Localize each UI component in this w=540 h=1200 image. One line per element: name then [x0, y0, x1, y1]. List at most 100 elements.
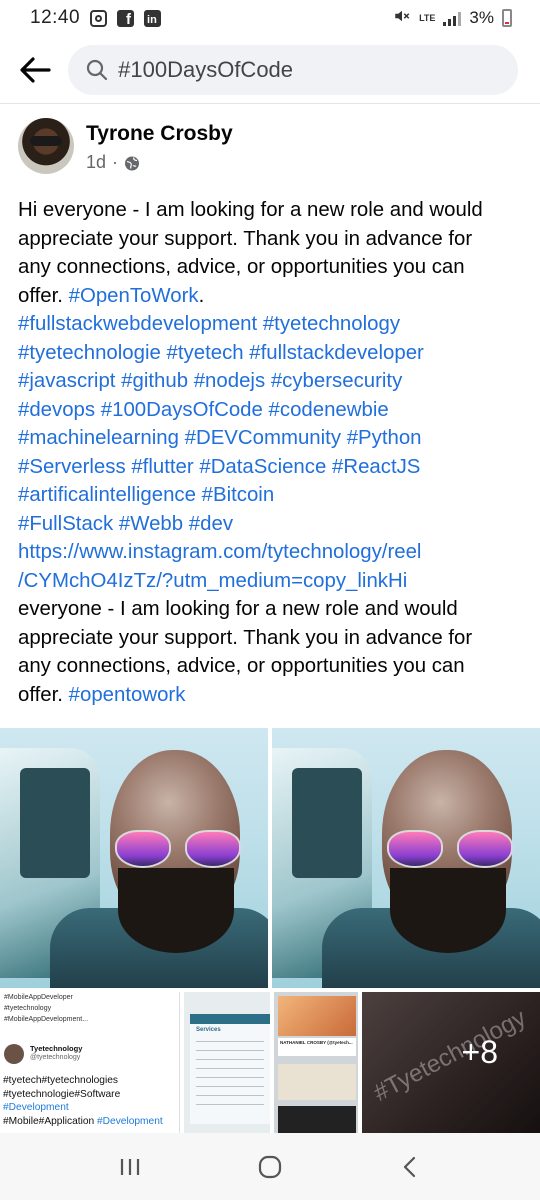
tweet-body-line: #tyetech#tyetechnologies [3, 1074, 175, 1088]
post-meta: 1d · [86, 152, 233, 173]
hashtag-link[interactable]: #dev [189, 513, 233, 535]
post-text-segment: Hi everyone - I am looking for a new rol… [18, 199, 483, 221]
tweet-line: #MobileAppDevelopment... [4, 1016, 89, 1023]
hashtag-link[interactable]: #fullstackwebdevelopment [18, 313, 257, 335]
photo-grid: #MobileAppDeveloper #tyetechnology #Mobi… [0, 728, 540, 1133]
hashtag-link[interactable]: #tyetech [167, 342, 244, 364]
tweet-body-line: #tyetechnologie#Software [3, 1088, 175, 1102]
post-text-line: Hi everyone - I am looking for a new rol… [18, 196, 528, 225]
hashtag-link[interactable]: #Webb [119, 513, 183, 535]
post-text-line: https://www.instagram.com/tytechnology/r… [18, 538, 528, 567]
photo-2[interactable] [272, 728, 540, 988]
system-nav-bar [0, 1133, 540, 1200]
hashtag-link[interactable]: #tyetechnology [263, 313, 400, 335]
recents-icon [120, 1158, 140, 1175]
post-text-line: #devops #100DaysOfCode #codenewbie [18, 396, 528, 425]
post-text-line: #artificalintelligence #Bitcoin [18, 481, 528, 510]
hashtag-link[interactable]: #FullStack [18, 513, 113, 535]
post-text-line: /CYMchO4IzTz/?utm_medium=copy_linkHi [18, 567, 528, 596]
post-text-segment: appreciate your support. Thank you in ad… [18, 626, 473, 649]
battery-icon [502, 9, 512, 27]
meta-separator: · [112, 152, 119, 172]
photo-3[interactable]: #MobileAppDeveloper #tyetechnology #Mobi… [0, 992, 180, 1133]
hashtag-link[interactable]: #DataScience [199, 456, 326, 478]
hashtag-link[interactable]: #artificalintelligence [18, 484, 196, 506]
photo-5[interactable]: NATHANIEL CROSBY (@tyetech... [274, 992, 358, 1133]
post-text-line: #FullStack #Webb #dev [18, 510, 528, 539]
post-text-line: any connections, advice, or opportunitie… [18, 253, 528, 282]
post-text-line: offer. #OpenToWork. [18, 282, 528, 311]
hashtag-link[interactable]: #machinelearning [18, 427, 179, 449]
mute-icon [393, 7, 411, 29]
author-name[interactable]: Tyrone Crosby [86, 122, 233, 146]
post-text-line: appreciate your support. Thank you in ad… [18, 225, 528, 254]
status-time: 12:40 [30, 7, 81, 28]
arrow-left-icon [20, 56, 51, 83]
hashtag-link[interactable]: #Serverless [18, 456, 126, 478]
search-header [0, 36, 540, 104]
post-text-segment: offer. [18, 284, 69, 307]
tweet-text-segment: #Mobile#Application [3, 1115, 98, 1127]
hashtag-link[interactable]: #fullstackdeveloper [249, 342, 424, 364]
post-header: Tyrone Crosby 1d · [18, 118, 233, 174]
post-text-line: #machinelearning #DEVCommunity #Python [18, 424, 528, 453]
linkedin-icon [144, 9, 162, 27]
tweet-body: #tyetech#tyetechnologies #tyetechnologie#… [3, 1074, 175, 1128]
battery-level: 3% [469, 8, 494, 27]
recents-button[interactable] [100, 1142, 160, 1192]
hashtag-link[interactable]: #javascript [18, 370, 115, 392]
network-type: LTE [419, 12, 436, 23]
collage-caption: NATHANIEL CROSBY (@tyetech... [280, 1040, 353, 1045]
url-link[interactable]: /CYMchO4IzTz/?utm_medium=copy_linkHi [18, 570, 407, 592]
tweet-text-segment: #tyetech#tyetechnologies [3, 1075, 118, 1086]
more-photos-count: +8 [461, 1034, 498, 1070]
hashtag-link[interactable]: #flutter [131, 456, 193, 478]
post-text-segment: appreciate your support. Thank you in ad… [18, 227, 473, 250]
signal-icon [443, 11, 462, 26]
nav-back-button[interactable] [380, 1142, 440, 1192]
instagram-icon [90, 9, 108, 27]
home-icon [258, 1155, 282, 1178]
post-text-line: #fullstackwebdevelopment #tyetechnology [18, 310, 528, 339]
post-text-segment: . [198, 284, 205, 307]
tweet-line: #tyetechnology [4, 1005, 52, 1012]
post-time[interactable]: 1d [86, 152, 106, 173]
back-button[interactable] [14, 49, 56, 91]
tweet-author: Tyetechnology [30, 1044, 83, 1053]
photo-1[interactable] [0, 728, 268, 988]
hashtag-link[interactable]: #DEVCommunity [185, 427, 341, 449]
hashtag-link[interactable]: #cybersecurity [271, 370, 402, 392]
url-link[interactable]: https://www.instagram.com/tytechnology/r… [18, 541, 421, 563]
tweet-body-line: #Development [3, 1101, 175, 1115]
hashtag-link[interactable]: #OpenToWork [69, 285, 199, 307]
photo-4[interactable]: Services [184, 992, 270, 1133]
post-text-segment: any connections, advice, or opportunitie… [18, 256, 465, 278]
hashtag-link[interactable]: #ReactJS [332, 456, 420, 478]
post-text-line: everyone - I am looking for a new role a… [18, 595, 528, 624]
hashtag-link[interactable]: #100DaysOfCode [101, 399, 263, 421]
post-text-segment: offer. [18, 683, 69, 706]
hashtag-link[interactable]: #Python [347, 427, 422, 449]
back-icon [403, 1156, 416, 1177]
search-box[interactable] [68, 44, 518, 95]
hashtag-link[interactable]: #tyetechnologie [18, 342, 161, 364]
photo-more[interactable]: #Tyetechnology +8 [362, 992, 540, 1133]
post-text-line: #tyetechnologie #tyetech #fullstackdevel… [18, 339, 528, 368]
hashtag-link[interactable]: #devops [18, 399, 95, 421]
post-text: Hi everyone - I am looking for a new rol… [18, 196, 528, 709]
tweet-text-segment: #tyetechnologie#Software [3, 1088, 121, 1100]
hashtag-link[interactable]: #nodejs [194, 370, 265, 392]
hashtag-link[interactable]: #opentowork [69, 684, 186, 706]
hashtag-link[interactable]: #github [121, 370, 188, 392]
hashtag-link[interactable]: #codenewbie [269, 399, 389, 421]
home-button[interactable] [240, 1142, 300, 1192]
doc-title: Services [196, 1027, 221, 1033]
hashtag-link[interactable]: #Bitcoin [202, 484, 275, 506]
tweet-text-segment: #Development [3, 1102, 69, 1113]
tweet-text-segment: #Development [97, 1115, 163, 1127]
post-text-segment: everyone - I am looking for a new role a… [18, 598, 458, 620]
tweet-handle: @tyetechnology [30, 1054, 81, 1061]
search-input[interactable] [118, 56, 500, 83]
author-avatar[interactable] [18, 118, 74, 174]
globe-icon [124, 155, 140, 171]
